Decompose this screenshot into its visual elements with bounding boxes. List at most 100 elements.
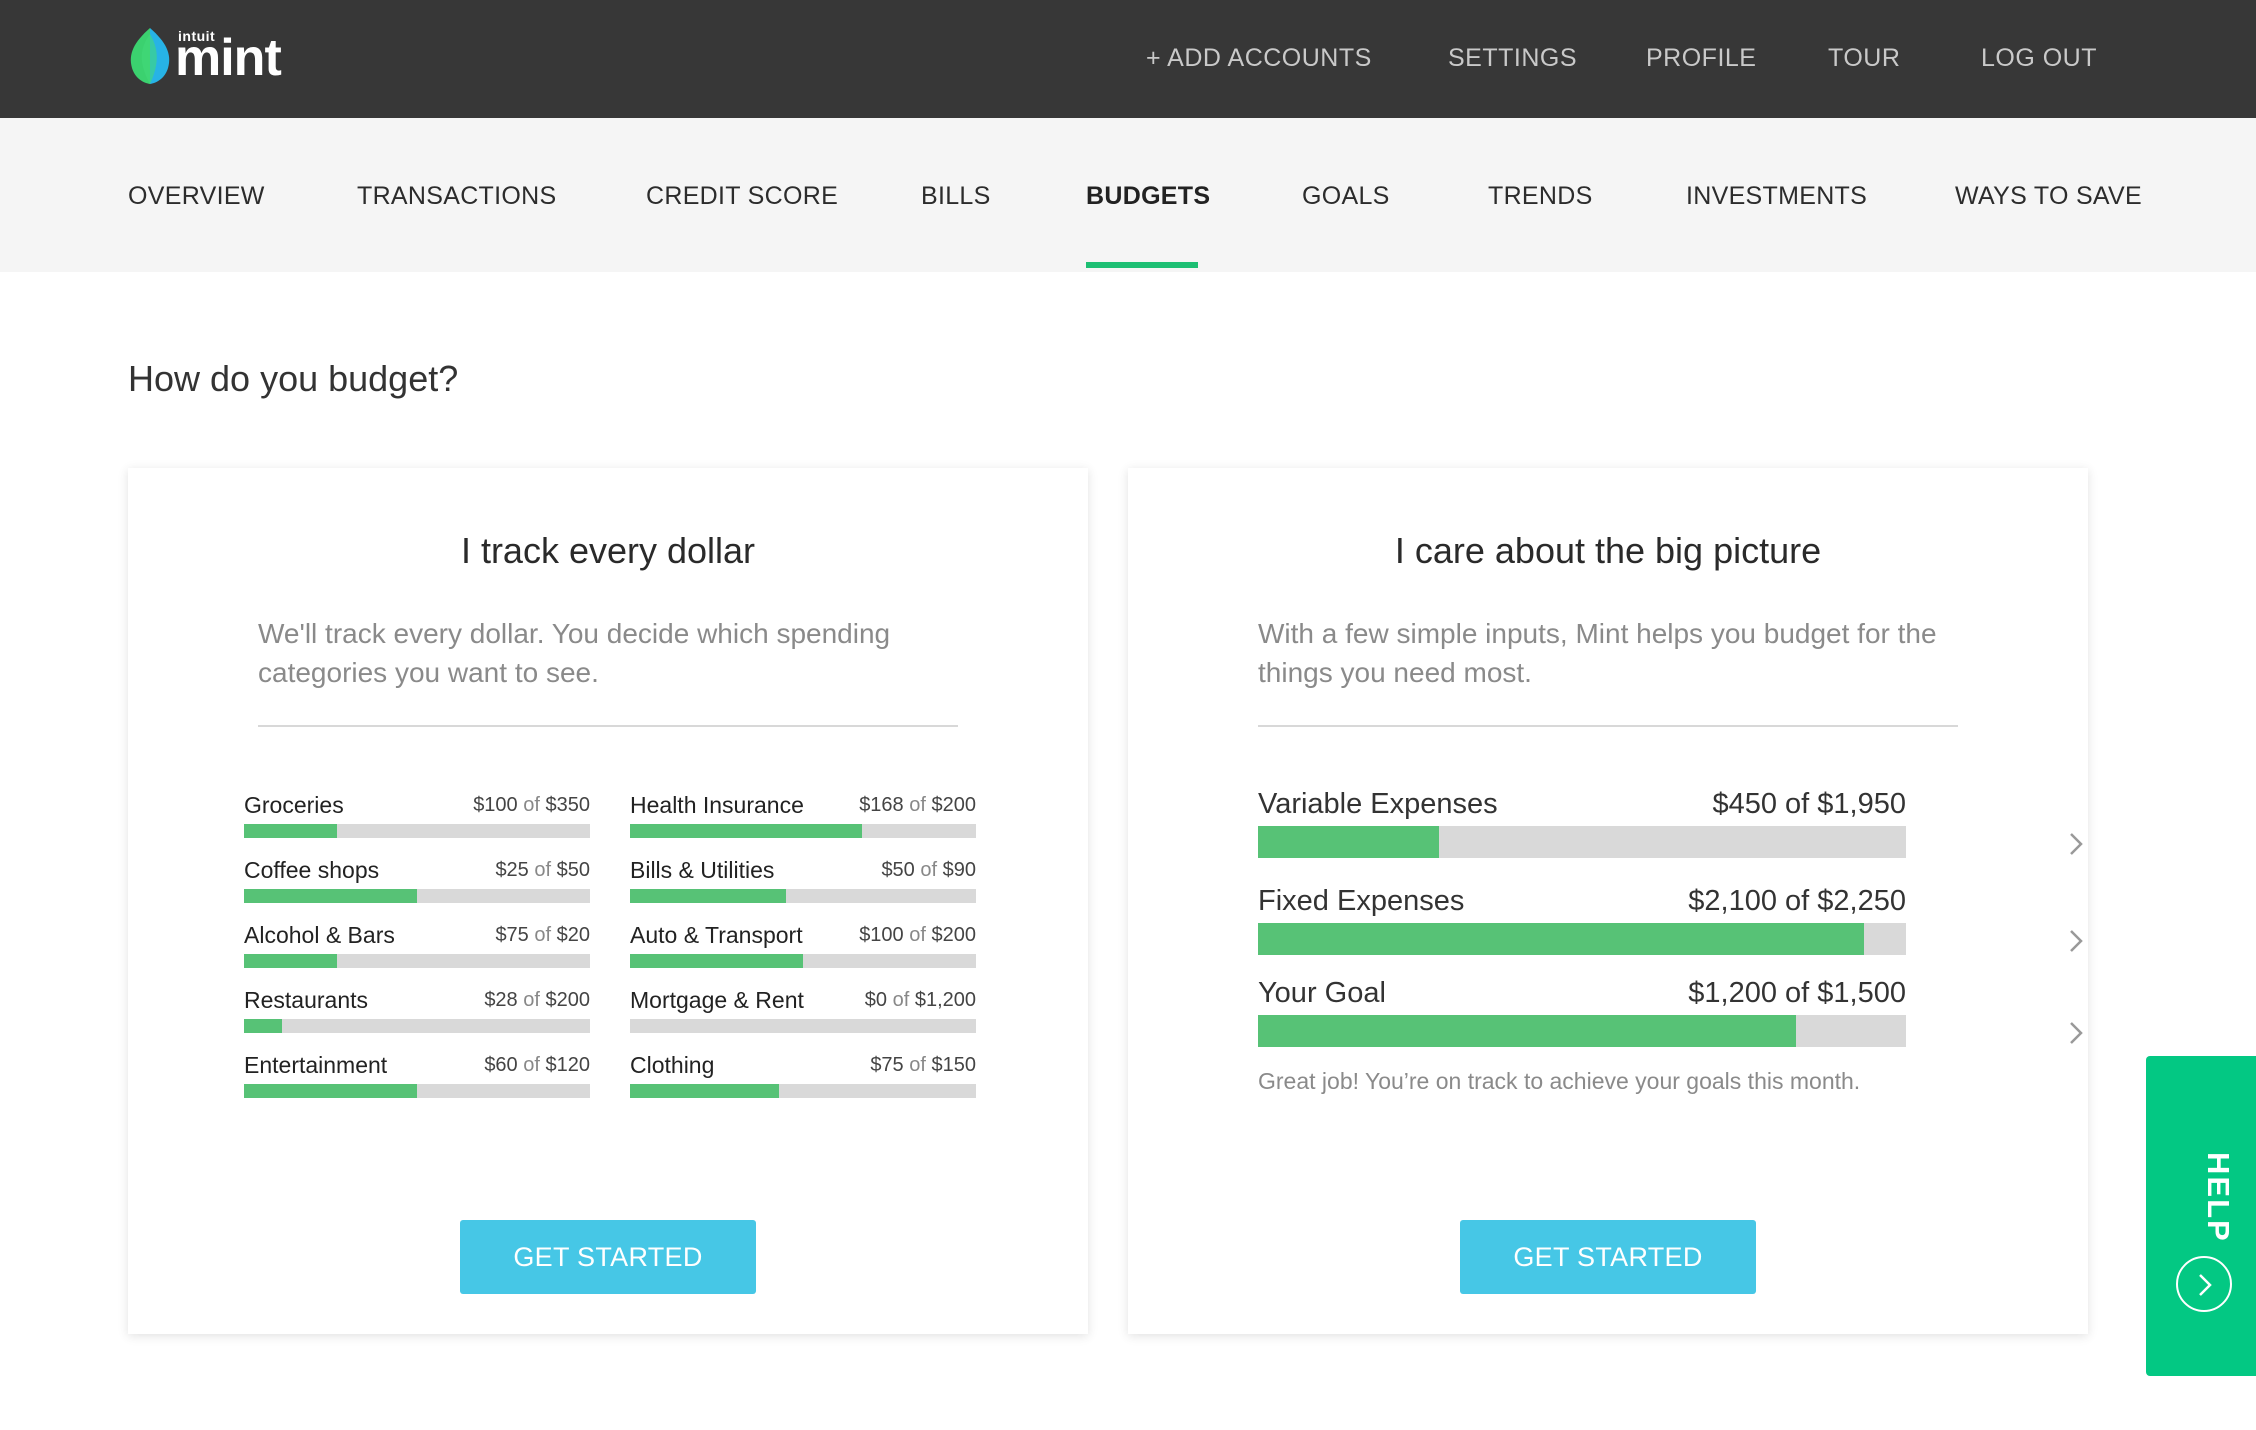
budget-amount: $1,200 [914,989,976,1011]
spent-amount: $50 [881,859,915,881]
log-out-link[interactable]: LOG OUT [1981,44,2097,73]
card-description: We'll track every dollar. You decide whi… [258,618,891,688]
budget-category: Entertainment $60 of $120 [244,1052,590,1100]
profile-link[interactable]: PROFILE [1646,44,1756,73]
get-started-button[interactable]: GET STARTED [460,1220,756,1294]
tour-link[interactable]: TOUR [1828,44,1900,73]
tab-transactions[interactable]: TRANSACTIONS [357,182,556,211]
budget-amount: $90 [942,859,976,881]
of-label: of [920,859,938,881]
progress-track [1258,1015,1906,1047]
of-label: of [534,924,552,946]
budget-category: Alcohol & Bars $75 of $20 [244,922,590,970]
spent-amount: $25 [495,859,529,881]
of-label: of [892,989,910,1011]
row-amount: $1,200 of $1,500 [1688,977,1906,1009]
category-name: Health Insurance [630,792,804,818]
status-message: Great job! You’re on track to achieve yo… [1258,1068,1861,1094]
of-label: of [909,794,926,816]
progress-fill [244,889,417,903]
category-amount: $50 of $90 [881,859,976,882]
category-name: Coffee shops [244,857,380,883]
get-started-button[interactable]: GET STARTED [1460,1220,1756,1294]
category-amount: $168 of $200 [859,794,976,817]
divider [1258,725,1958,727]
category-name: Bills & Utilities [630,857,775,883]
track-every-dollar-card: I track every dollar We'll track every d… [128,468,1088,1334]
row-name: Your Goal [1258,977,1386,1009]
budget-amount: $350 [545,794,591,816]
progress-fill [1258,1015,1796,1047]
spent-amount: $75 [870,1054,904,1076]
progress-track [1258,923,1906,955]
add-accounts-link[interactable]: + ADD ACCOUNTS [1146,44,1372,73]
category-name: Mortgage & Rent [630,987,804,1013]
chevron-right-icon[interactable] [2068,928,2084,954]
budget-amount: $200 [931,794,977,816]
tab-credit-score[interactable]: CREDIT SCORE [646,182,838,211]
row-amount: $450 of $1,950 [1712,788,1906,820]
tab-investments[interactable]: INVESTMENTS [1686,182,1867,211]
budget-summary-row[interactable]: Fixed Expenses $2,100 of $2,250 [1258,885,2083,957]
row-name: Fixed Expenses [1258,885,1465,917]
progress-fill [1258,826,1440,858]
chevron-right-icon[interactable] [2068,1020,2084,1046]
card-description: With a few simple inputs, Mint helps you… [1258,618,1937,688]
tab-budgets[interactable]: BUDGETS [1086,182,1210,211]
spent-amount: $75 [495,924,529,946]
budget-summary-row[interactable]: Your Goal $1,200 of $1,500 [1258,977,2083,1049]
chevron-right-circle-icon [2176,1256,2232,1312]
tab-bills[interactable]: BILLS [921,182,991,211]
main-tabs: OVERVIEW TRANSACTIONS CREDIT SCORE BILLS… [0,118,2256,272]
category-name: Entertainment [244,1052,388,1078]
category-amount: $0 of $1,200 [865,989,976,1012]
category-name: Clothing [630,1052,715,1078]
spent-amount: $100 [473,794,518,816]
progress-fill [630,1084,779,1098]
of-label: of [523,1054,540,1076]
row-name: Variable Expenses [1258,788,1498,820]
category-amount: $28 of $200 [484,989,590,1012]
spent-amount: $60 [484,1054,518,1076]
category-name: Restaurants [244,987,369,1013]
tab-overview[interactable]: OVERVIEW [128,182,265,211]
spent-amount: $0 [864,989,888,1011]
category-amount: $100 of $350 [473,794,590,817]
budget-category: Clothing $75 of $150 [630,1052,976,1100]
of-label: of [534,859,552,881]
tab-goals[interactable]: GOALS [1302,182,1390,211]
mint-logo[interactable]: intuit mint [128,24,298,88]
progress-track [630,889,976,903]
settings-link[interactable]: SETTINGS [1448,44,1577,73]
progress-fill [630,954,803,968]
budget-category: Auto & Transport $100 of $200 [630,922,976,970]
budget-amount: $200 [545,989,591,1011]
chevron-right-icon[interactable] [2068,831,2084,857]
help-tab[interactable]: HELP [2146,1056,2256,1376]
tab-trends[interactable]: TRENDS [1488,182,1593,211]
of-label: of [523,794,540,816]
category-name: Auto & Transport [630,922,803,948]
leaf-icon [130,28,170,84]
tab-ways-to-save[interactable]: WAYS TO SAVE [1955,182,2142,211]
budget-category: Groceries $100 of $350 [244,792,590,840]
spent-amount: $100 [859,924,904,946]
budget-amount: $120 [545,1054,591,1076]
progress-track [244,889,590,903]
budget-amount: $150 [931,1054,977,1076]
category-name: Alcohol & Bars [244,922,395,948]
budget-category: Bills & Utilities $50 of $90 [630,857,976,905]
of-label: of [909,1054,926,1076]
budget-amount: $20 [556,924,590,946]
progress-track [244,1084,590,1098]
budget-summary-row[interactable]: Variable Expenses $450 of $1,950 [1258,788,2083,860]
category-name: Groceries [244,792,344,818]
divider [258,725,958,727]
spent-amount: $28 [484,989,518,1011]
progress-fill [244,1019,283,1033]
progress-fill [244,1084,417,1098]
progress-track [244,824,590,838]
card-title: I care about the big picture [1394,530,1822,571]
row-amount: $2,100 of $2,250 [1688,885,1906,917]
category-amount: $60 of $120 [484,1054,590,1077]
